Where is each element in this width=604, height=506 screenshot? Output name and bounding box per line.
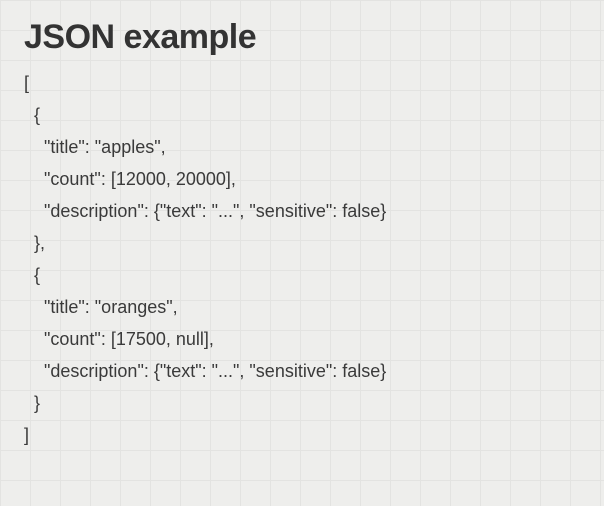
code-line: ] — [24, 419, 580, 451]
code-line: }, — [24, 227, 580, 259]
code-line: "description": {"text": "...", "sensitiv… — [24, 355, 580, 387]
code-line: "title": "apples", — [24, 131, 580, 163]
code-line: { — [24, 99, 580, 131]
json-code-block: [ { "title": "apples", "count": [12000, … — [24, 67, 580, 451]
page-heading: JSON example — [24, 18, 580, 57]
code-line: "title": "oranges", — [24, 291, 580, 323]
code-line: } — [24, 387, 580, 419]
code-line: { — [24, 259, 580, 291]
code-line: "description": {"text": "...", "sensitiv… — [24, 195, 580, 227]
code-line: "count": [12000, 20000], — [24, 163, 580, 195]
code-line: [ — [24, 67, 580, 99]
code-line: "count": [17500, null], — [24, 323, 580, 355]
